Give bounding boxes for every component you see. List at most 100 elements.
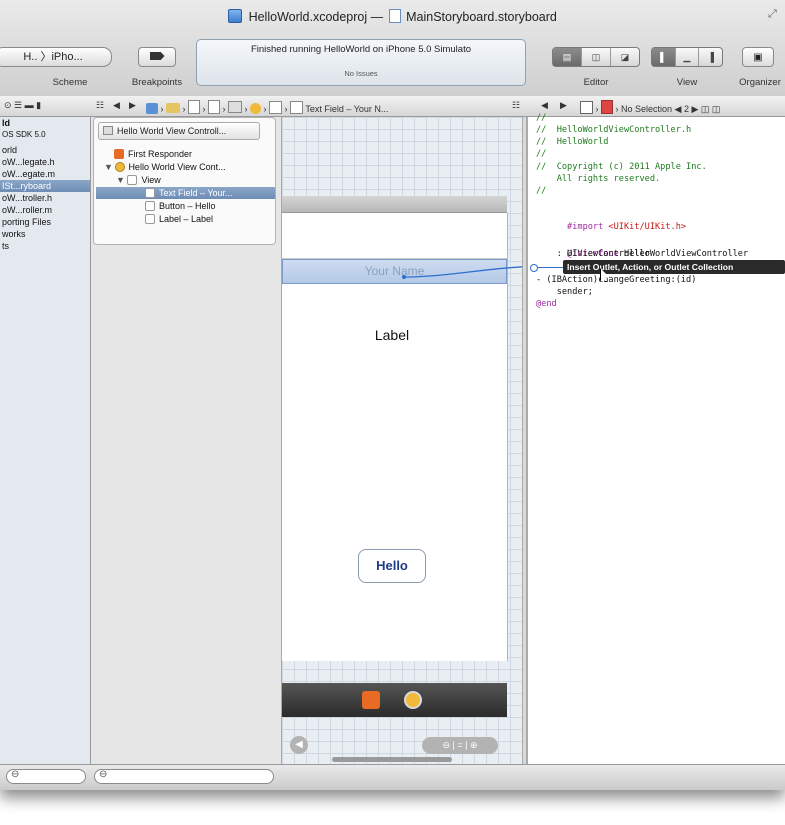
navigator-toggle-icon[interactable]: ▌ [652, 48, 676, 66]
canvas-scrollbar[interactable] [332, 757, 452, 762]
scene-header[interactable]: Hello World View Controll... [98, 122, 260, 140]
code-line: All rights reserved. [536, 174, 661, 184]
zoom-back-icon[interactable]: ◀ [290, 736, 308, 754]
header-file-icon [601, 100, 613, 114]
outline-row-textfield[interactable]: Text Field – Your... [96, 187, 275, 199]
storyboard-canvas[interactable]: Your Name Label Hello ◀ ⊖ | = | ⊕ [282, 117, 522, 764]
nav-item[interactable]: oW...egate.m [0, 168, 90, 180]
scene-status-bar [282, 196, 507, 213]
outline-row-view[interactable]: ▼ View [116, 174, 161, 186]
hello-button[interactable]: Hello [358, 549, 426, 583]
project-icon [146, 103, 158, 114]
view-controller-icon [250, 103, 261, 114]
assistant-selection[interactable]: No Selection [621, 104, 672, 114]
assistant-related-icon[interactable]: ☷ [512, 100, 520, 111]
assistant-breadcrumb[interactable]: › › No Selection ◀ 2 ▶ ◫ ◫ [580, 100, 720, 115]
toolbar: HelloWorld.xcodeproj — MainStoryboard.st… [0, 0, 785, 97]
view-icon [127, 175, 138, 185]
button-icon [145, 201, 155, 211]
scheme-value: H.. 〉iPho... [23, 51, 83, 63]
nav-item[interactable]: works [0, 228, 90, 240]
activity-viewer: Finished running HelloWorld on iPhone 5.… [196, 39, 526, 86]
device-icon [580, 101, 593, 114]
breakpoints-button[interactable] [138, 47, 176, 67]
activity-status: Finished running HelloWorld on iPhone 5.… [250, 44, 472, 55]
first-responder-dock-icon[interactable] [362, 691, 380, 709]
project-title: HelloWorld.xcodeproj [248, 10, 368, 24]
nav-item[interactable]: porting Files [0, 216, 90, 228]
editor-segmented-control[interactable]: ▤ ◫ ◪ [552, 47, 640, 67]
label-icon [145, 214, 155, 224]
window-title: HelloWorld.xcodeproj — MainStoryboard.st… [0, 9, 785, 24]
nav-item[interactable]: oW...roller.m [0, 204, 90, 216]
related-items-icon[interactable]: ☷ [96, 100, 104, 111]
scheme-popup[interactable]: H.. 〉iPho... [0, 47, 112, 67]
nav-item[interactable]: oW...legate.h [0, 156, 90, 168]
assistant-back-icon[interactable]: ◀ [541, 100, 548, 111]
outline-row-label[interactable]: Label – Label [145, 213, 213, 225]
view-icon [269, 101, 282, 114]
outline-row-button[interactable]: Button – Hello [145, 200, 216, 212]
document-outline: Hello World View Controll... First Respo… [91, 117, 282, 764]
breadcrumb[interactable]: › › › › › › › Text Field – Your N... [146, 100, 388, 114]
scene-header-label: Hello World View Controll... [117, 126, 227, 136]
nav-item[interactable]: oW...troller.h [0, 192, 90, 204]
project-navigator: ld OS SDK 5.0 orld oW...legate.h oW...eg… [0, 117, 91, 764]
scene-group-icon [228, 101, 242, 113]
title-separator: — [370, 10, 384, 24]
back-icon[interactable]: ◀ [113, 100, 120, 111]
debug-area-toggle-icon[interactable]: ▁ [676, 48, 700, 66]
outline-row-view-controller[interactable]: ▼ Hello World View Cont... [104, 161, 226, 173]
code-line: sender; [536, 287, 593, 297]
issues-status: No Issues [344, 69, 378, 78]
textfield-icon [145, 188, 155, 198]
outline-filter-field[interactable] [94, 769, 274, 784]
disclosure-triangle-icon[interactable]: ▼ [116, 175, 125, 185]
filter-icon: ⊖ [11, 769, 20, 780]
view-controller-dock-icon[interactable] [404, 691, 422, 709]
fullscreen-icon[interactable]: ⤢ [768, 8, 777, 21]
assistant-editor[interactable]: // // HelloWorldViewController.h // Hell… [527, 113, 785, 764]
outline-row-first-responder[interactable]: First Responder [114, 148, 192, 160]
assistant-counter[interactable]: ◀ 2 ▶ [675, 104, 699, 114]
xcodeproj-icon [228, 9, 243, 23]
row-label: First Responder [128, 149, 193, 159]
insert-outlet-tooltip: Insert Outlet, Action, or Outlet Collect… [563, 260, 785, 274]
split-icons[interactable]: ◫ ◫ [701, 104, 721, 114]
nav-filter-icon[interactable]: ⊙ ☰ ▬ ▮ [4, 100, 41, 111]
jump-bar: ⊙ ☰ ▬ ▮ ☷ ◀ ▶ › › › › › › › Text Field –… [0, 96, 785, 117]
scene-dock [282, 683, 507, 717]
code-line: : UIViewController [536, 249, 650, 259]
nav-item[interactable]: OS SDK 5.0 [0, 129, 90, 141]
assistant-editor-icon[interactable]: ◫ [582, 48, 611, 66]
bottom-filter-bar: ⊖ ⊖ [0, 764, 785, 790]
row-label: Text Field – Your... [159, 188, 233, 198]
nav-item[interactable]: ts [0, 240, 90, 252]
storyboard-icon [188, 100, 200, 114]
nav-item[interactable]: ld [0, 117, 90, 129]
zoom-controls[interactable]: ⊖ | = | ⊕ [422, 737, 498, 754]
disclosure-triangle-icon[interactable]: ▼ [104, 162, 113, 172]
utilities-toggle-icon[interactable]: ▐ [699, 48, 722, 66]
forward-icon[interactable]: ▶ [129, 100, 136, 111]
code-line: // HelloWorldViewController.h [536, 125, 692, 135]
row-label: Hello World View Cont... [128, 162, 226, 172]
nav-item-selected[interactable]: ISt...ryboard [0, 180, 90, 192]
file-title: MainStoryboard.storyboard [406, 10, 557, 24]
outline-card: Hello World View Controll... First Respo… [93, 117, 276, 245]
label[interactable]: Label [352, 327, 432, 343]
assistant-forward-icon[interactable]: ▶ [560, 100, 567, 111]
import-string: <UIKit/UIKit.h> [608, 222, 687, 232]
code-line: // [536, 113, 547, 123]
storyboard-file-icon [388, 9, 401, 23]
view-segmented-control[interactable]: ▌ ▁ ▐ [651, 47, 723, 67]
scheme-label: Scheme [52, 77, 88, 88]
breadcrumb-last[interactable]: Text Field – Your N... [305, 104, 388, 114]
scene-icon [103, 126, 113, 135]
organizer-button[interactable]: ▣ [742, 47, 774, 67]
view-controller-icon [115, 162, 126, 172]
row-label: View [141, 175, 161, 185]
version-editor-icon[interactable]: ◪ [611, 48, 639, 66]
nav-item[interactable]: orld [0, 144, 90, 156]
standard-editor-icon[interactable]: ▤ [553, 48, 582, 66]
